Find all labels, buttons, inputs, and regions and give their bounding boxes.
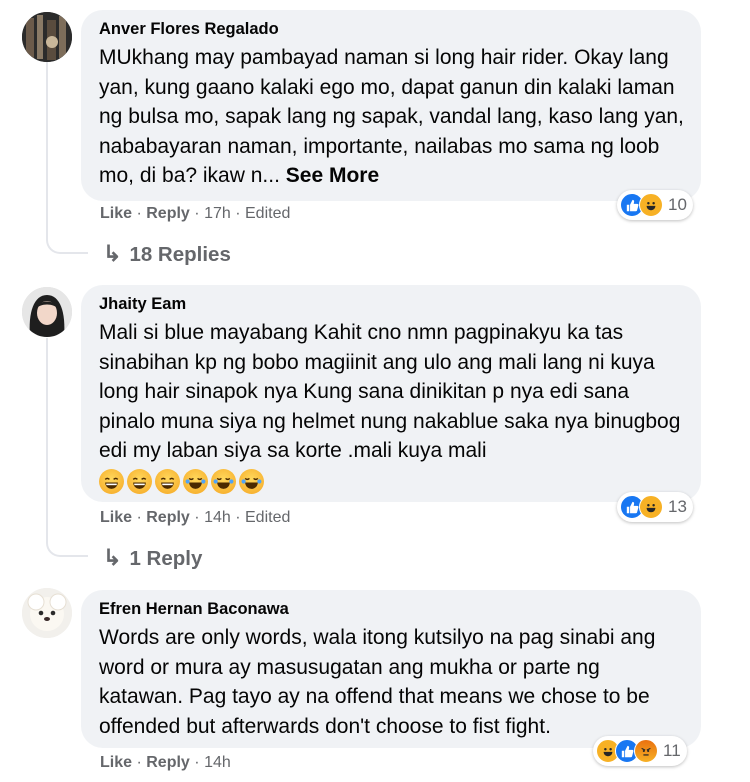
haha-icon: [639, 193, 663, 217]
comment-timestamp[interactable]: 14h: [204, 754, 231, 771]
like-button[interactable]: Like: [100, 754, 132, 771]
comment-text: MUkhang may pambayad naman si long hair …: [99, 43, 687, 191]
reply-button[interactable]: Reply: [146, 205, 190, 222]
avatar-photo-icon: [22, 588, 72, 638]
reaction-count: 10: [668, 195, 687, 214]
comment-actions: Like · Reply · 14h · Edited: [100, 509, 290, 527]
thread-line: [46, 62, 48, 237]
haha-icon: [639, 495, 663, 519]
edited-label[interactable]: Edited: [245, 205, 290, 222]
comment-author[interactable]: Jhaity Eam: [99, 294, 687, 314]
see-more-link[interactable]: See More: [286, 164, 379, 187]
comment-bubble: Anver Flores Regalado MUkhang may pambay…: [81, 10, 701, 201]
comment-bubble: Jhaity Eam Mali si blue mayabang Kahit c…: [81, 285, 701, 502]
reaction-count: 13: [668, 497, 687, 516]
view-replies-button[interactable]: ↳ 1 Reply: [103, 545, 202, 571]
reply-button[interactable]: Reply: [146, 754, 190, 771]
emoji-row: [99, 468, 687, 494]
grinning-sweat-emoji: [155, 468, 180, 494]
comment-text: Words are only words, wala itong kutsily…: [99, 626, 656, 738]
comment-actions: Like · Reply · 17h · Edited: [100, 205, 290, 223]
separator: ·: [136, 509, 142, 526]
separator: ·: [136, 205, 142, 222]
tears-of-joy-emoji: [211, 468, 236, 494]
avatar[interactable]: [22, 12, 72, 62]
comment-bubble: Efren Hernan Baconawa Words are only wor…: [81, 590, 701, 748]
reaction-count: 11: [663, 741, 681, 760]
tears-of-joy-emoji: [239, 468, 264, 494]
reaction-summary[interactable]: 10: [617, 190, 693, 220]
separator: ·: [194, 205, 200, 222]
separator: ·: [194, 509, 200, 526]
grinning-sweat-emoji: [99, 468, 124, 494]
reaction-summary[interactable]: 11: [593, 736, 687, 766]
separator: ·: [194, 754, 200, 771]
reply-button[interactable]: Reply: [146, 509, 190, 526]
comment-body: MUkhang may pambayad naman si long hair …: [99, 46, 684, 187]
replies-count-label: 1 Reply: [129, 547, 203, 570]
comment-timestamp[interactable]: 17h: [204, 205, 231, 222]
comment-author[interactable]: Efren Hernan Baconawa: [99, 599, 687, 619]
replies-count-label: 18 Replies: [129, 243, 231, 266]
comment-actions: Like · Reply · 14h: [100, 754, 231, 772]
avatar-photo-icon: [22, 12, 72, 62]
thread-line: [46, 338, 48, 538]
avatar[interactable]: [22, 287, 72, 337]
reply-arrow-icon: ↳: [103, 241, 122, 266]
thread-elbow: [46, 533, 88, 557]
reply-arrow-icon: ↳: [103, 545, 122, 570]
angry-icon: [634, 739, 658, 763]
like-button[interactable]: Like: [100, 205, 132, 222]
view-replies-button[interactable]: ↳ 18 Replies: [103, 241, 231, 267]
reaction-summary[interactable]: 13: [617, 492, 693, 522]
separator: ·: [136, 754, 142, 771]
grinning-sweat-emoji: [127, 468, 152, 494]
avatar-photo-icon: [22, 287, 72, 337]
separator: ·: [235, 509, 241, 526]
like-button[interactable]: Like: [100, 509, 132, 526]
edited-label[interactable]: Edited: [245, 509, 290, 526]
comment-text: Mali si blue mayabang Kahit cno nmn pagp…: [99, 321, 681, 462]
tears-of-joy-emoji: [183, 468, 208, 494]
comment-author[interactable]: Anver Flores Regalado: [99, 19, 687, 39]
separator: ·: [235, 205, 241, 222]
avatar[interactable]: [22, 588, 72, 638]
comment-timestamp[interactable]: 14h: [204, 509, 231, 526]
thread-elbow: [46, 230, 88, 254]
